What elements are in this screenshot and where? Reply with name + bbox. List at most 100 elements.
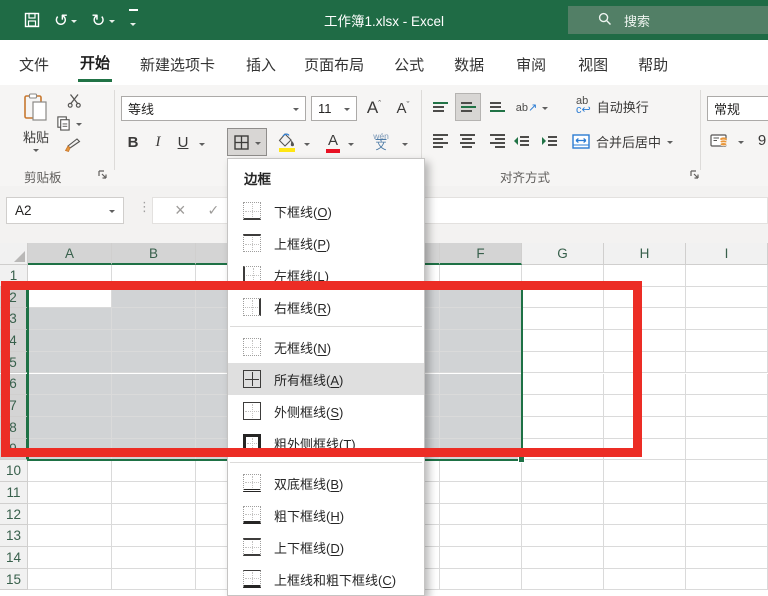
format-painter-button[interactable] [60, 135, 84, 155]
cell-G9[interactable] [522, 439, 604, 461]
cell-G1[interactable] [522, 265, 604, 287]
bold-button[interactable]: B [122, 129, 144, 155]
cell-A12[interactable] [28, 504, 112, 526]
bottom-align-button[interactable] [485, 95, 509, 119]
top-align-button[interactable] [428, 95, 452, 119]
row-header-7[interactable]: 7 [0, 395, 28, 417]
tab-数据[interactable]: 数据 [452, 45, 486, 81]
cell-B5[interactable] [112, 352, 196, 374]
cell-G3[interactable] [522, 308, 604, 330]
tab-开始[interactable]: 开始 [78, 43, 112, 82]
decrease-font-size-button[interactable]: Aˇ [390, 95, 416, 121]
chevron-down-icon[interactable] [667, 141, 673, 144]
chevron-down-icon[interactable] [109, 20, 115, 23]
search-box[interactable]: 搜索 [568, 6, 768, 34]
chevron-down-icon[interactable] [71, 20, 77, 23]
cell-B4[interactable] [112, 330, 196, 352]
cell-F9[interactable] [440, 439, 522, 461]
menu-item-上框线和粗下框线[interactable]: 上框线和粗下框线(C) [228, 563, 424, 595]
cell-A8[interactable] [28, 417, 112, 439]
cell-A14[interactable] [28, 547, 112, 569]
tab-插入[interactable]: 插入 [244, 45, 278, 81]
tab-审阅[interactable]: 审阅 [514, 45, 548, 81]
cut-button[interactable] [62, 90, 86, 110]
cell-I14[interactable] [686, 547, 768, 569]
cell-G12[interactable] [522, 504, 604, 526]
align-right-button[interactable] [485, 129, 509, 153]
cell-F15[interactable] [440, 569, 522, 591]
decrease-indent-button[interactable] [508, 129, 534, 153]
chevron-down-icon[interactable] [293, 108, 299, 111]
cell-A15[interactable] [28, 569, 112, 591]
cell-A4[interactable] [28, 330, 112, 352]
cell-B8[interactable] [112, 417, 196, 439]
cell-H5[interactable] [604, 352, 686, 374]
menu-item-左框线[interactable]: 左框线(L) [228, 259, 424, 291]
align-left-button[interactable] [428, 129, 452, 153]
row-header-11[interactable]: 11 [0, 482, 28, 504]
name-box[interactable]: A2 [6, 197, 124, 224]
chevron-down-icon[interactable] [402, 143, 408, 146]
menu-item-外侧框线[interactable]: 外侧框线(S) [228, 395, 424, 427]
cell-I10[interactable] [686, 460, 768, 482]
chevron-down-icon[interactable] [344, 108, 350, 111]
cell-A1[interactable] [28, 265, 112, 287]
menu-item-右框线[interactable]: 右框线(R) [228, 291, 424, 323]
cell-A11[interactable] [28, 482, 112, 504]
cell-I7[interactable] [686, 395, 768, 417]
cell-B1[interactable] [112, 265, 196, 287]
cell-A5[interactable] [28, 352, 112, 374]
undo-button[interactable]: ↺ [54, 12, 77, 29]
cell-G15[interactable] [522, 569, 604, 591]
row-header-6[interactable]: 6 [0, 374, 28, 396]
cell-B15[interactable] [112, 569, 196, 591]
menu-item-上下框线[interactable]: 上下框线(D) [228, 531, 424, 563]
fill-color-button[interactable] [274, 128, 300, 156]
chevron-down-icon[interactable] [76, 123, 82, 126]
menu-item-下框线[interactable]: 下框线(O) [228, 195, 424, 227]
cell-F7[interactable] [440, 395, 522, 417]
increase-font-size-button[interactable]: Aˆ [361, 95, 387, 121]
row-header-14[interactable]: 14 [0, 547, 28, 569]
fill-handle[interactable] [518, 456, 525, 463]
tab-文件[interactable]: 文件 [17, 45, 51, 81]
font-name-combobox[interactable]: 等线 [121, 96, 306, 121]
chevron-down-icon[interactable] [255, 142, 261, 145]
middle-align-button[interactable] [455, 93, 481, 121]
cell-F3[interactable] [440, 308, 522, 330]
cell-I11[interactable] [686, 482, 768, 504]
chevron-down-icon[interactable] [738, 141, 744, 144]
column-header-A[interactable]: A [28, 243, 112, 265]
increase-indent-button[interactable] [536, 129, 562, 153]
cell-H14[interactable] [604, 547, 686, 569]
font-color-button[interactable]: A [320, 128, 346, 156]
cell-G10[interactable] [522, 460, 604, 482]
cell-I1[interactable] [686, 265, 768, 287]
cell-G11[interactable] [522, 482, 604, 504]
column-header-F[interactable]: F [440, 243, 522, 265]
tab-帮助[interactable]: 帮助 [636, 45, 670, 81]
cell-B14[interactable] [112, 547, 196, 569]
formula-bar-handle[interactable]: ⋮ [138, 199, 151, 215]
column-header-I[interactable]: I [686, 243, 768, 265]
cell-H15[interactable] [604, 569, 686, 591]
cell-I12[interactable] [686, 504, 768, 526]
cell-G6[interactable] [522, 374, 604, 396]
enter-icon[interactable]: ✓ [208, 202, 220, 219]
cell-F5[interactable] [440, 352, 522, 374]
cell-B13[interactable] [112, 525, 196, 547]
menu-item-粗下框线[interactable]: 粗下框线(H) [228, 499, 424, 531]
cell-H9[interactable] [604, 439, 686, 461]
row-header-9[interactable]: 9 [0, 439, 28, 461]
row-header-15[interactable]: 15 [0, 569, 28, 591]
cell-A10[interactable] [28, 460, 112, 482]
paste-button[interactable]: 粘贴 [14, 91, 58, 153]
cell-F2[interactable] [440, 287, 522, 309]
redo-button[interactable]: ↻ [91, 12, 114, 29]
wrap-text-button[interactable]: abc↩ 自动换行 [576, 93, 662, 119]
cell-A13[interactable] [28, 525, 112, 547]
row-header-5[interactable]: 5 [0, 352, 28, 374]
cell-F12[interactable] [440, 504, 522, 526]
cell-H12[interactable] [604, 504, 686, 526]
menu-item-双底框线[interactable]: 双底框线(B) [228, 467, 424, 499]
